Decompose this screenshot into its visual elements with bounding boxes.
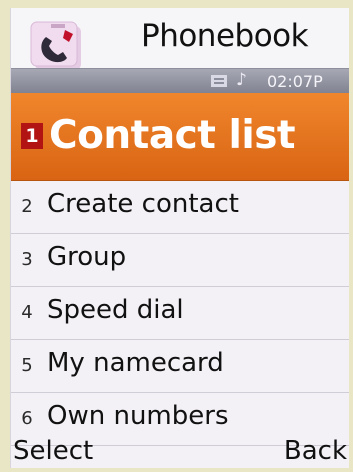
menu-item-label: Own numbers (47, 401, 229, 431)
menu-item-number: 4 (21, 302, 33, 323)
menu-item-number: 2 (21, 196, 33, 217)
status-bar: ♪ 02:07P (11, 68, 349, 94)
menu-item-my-namecard[interactable]: 5 My namecard (11, 340, 349, 393)
phone-handset-icon (29, 20, 87, 74)
back-softkey[interactable]: Back (284, 436, 347, 466)
menu-item-contact-list[interactable]: 1 Contact list (11, 93, 349, 181)
menu-item-group[interactable]: 3 Group (11, 234, 349, 287)
menu-item-number: 6 (21, 408, 33, 429)
page-title: Phonebook (141, 18, 309, 54)
menu-item-label: Group (47, 242, 127, 272)
menu-list: 1 Contact list 2 Create contact 3 Group … (11, 93, 349, 446)
menu-item-speed-dial[interactable]: 4 Speed dial (11, 287, 349, 340)
menu-item-label: Contact list (49, 113, 296, 158)
menu-item-create-contact[interactable]: 2 Create contact (11, 181, 349, 234)
music-note-icon: ♪ (236, 70, 247, 90)
menu-item-label: Speed dial (47, 295, 184, 325)
phone-screen: Phonebook ♪ 02:07P 1 Contact list 2 Crea… (10, 8, 349, 468)
menu-item-number: 3 (21, 249, 33, 270)
select-softkey[interactable]: Select (13, 436, 93, 466)
message-icon (211, 75, 227, 87)
menu-item-label: My namecard (47, 348, 224, 378)
menu-item-number: 5 (21, 355, 33, 376)
menu-item-number: 1 (21, 123, 43, 149)
clock-time: 02:07P (267, 72, 323, 91)
softkey-bar: Select Back (11, 430, 349, 468)
menu-item-label: Create contact (47, 189, 239, 219)
